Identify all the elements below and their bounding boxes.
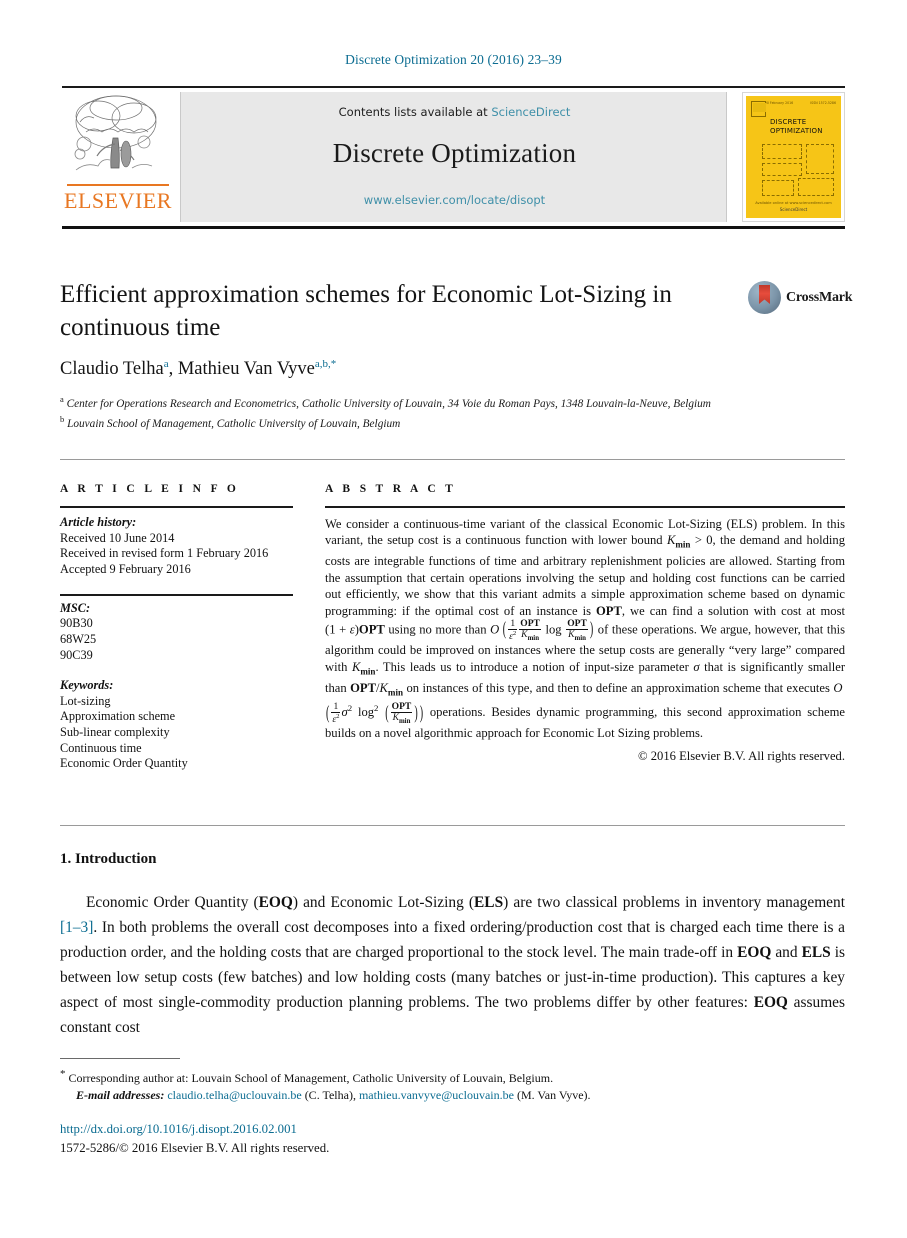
citation-1-3[interactable]: [1–3] bbox=[60, 919, 93, 936]
cover-elsevier-mark-icon bbox=[751, 101, 766, 117]
keywords-label: Keywords: bbox=[60, 678, 114, 693]
introduction-text: Economic Order Quantity (EOQ) and Econom… bbox=[60, 894, 845, 1036]
cover-issn-line: ISSN 1572-5286 bbox=[810, 101, 836, 105]
sciencedirect-link[interactable]: ScienceDirect bbox=[491, 105, 570, 119]
info-block-bottom-rule bbox=[60, 825, 845, 826]
crossmark-label: CrossMark bbox=[786, 290, 853, 305]
history-received: Received 10 June 2014 bbox=[60, 530, 175, 545]
corresponding-author-text: Corresponding author at: Louvain School … bbox=[68, 1071, 554, 1085]
article-info-rule bbox=[60, 506, 293, 508]
journal-masthead: ELSEVIER Contents lists available at Sci… bbox=[62, 86, 845, 229]
msc-code-1: 68W25 bbox=[60, 632, 97, 647]
email-note: E-mail addresses: claudio.telha@uclouvai… bbox=[76, 1087, 845, 1104]
masthead-bottom-rule bbox=[62, 226, 845, 229]
cover-title-line1: DISCRETE bbox=[770, 118, 807, 126]
page-title: Efficient approximation schemes for Econ… bbox=[60, 281, 672, 341]
elsevier-wordmark: ELSEVIER bbox=[64, 188, 172, 213]
corresponding-author-marker[interactable]: * bbox=[331, 358, 337, 370]
cover-foot-line: Available online at www.sciencedirect.co… bbox=[755, 201, 832, 205]
elsevier-logo: ELSEVIER bbox=[62, 92, 174, 222]
msc-rule bbox=[60, 594, 293, 596]
crossmark-bookmark-icon bbox=[759, 285, 770, 304]
msc-label: MSC: bbox=[60, 600, 91, 615]
footnotes: * Corresponding author at: Louvain Schoo… bbox=[60, 1066, 845, 1104]
keyword-1: Approximation scheme bbox=[60, 709, 176, 724]
cover-foot-brand: ScienceDirect bbox=[779, 207, 808, 212]
keyword-3: Continuous time bbox=[60, 740, 142, 755]
masthead-center-panel: Contents lists available at ScienceDirec… bbox=[180, 92, 727, 222]
issn-copyright-line: 1572-5286/© 2016 Elsevier B.V. All right… bbox=[60, 1141, 330, 1155]
msc-code-0: 90B30 bbox=[60, 616, 93, 631]
article-info-heading: A R T I C L E I N F O bbox=[60, 483, 240, 495]
author-list: Claudio Telhaa, Mathieu Van Vyvea,b,* bbox=[60, 358, 337, 380]
abstract-rule bbox=[325, 506, 845, 508]
asterisk-marker: * bbox=[60, 1068, 66, 1080]
journal-cover-thumbnail[interactable]: Volume 20 February 2016 ISSN 1572-5286 D… bbox=[742, 92, 845, 222]
author-affil-marker-a[interactable]: a bbox=[164, 358, 169, 370]
keywords-block: Keywords: Lot-sizing Approximation schem… bbox=[60, 678, 310, 772]
abstract-text: We consider a continuous-time variant of… bbox=[325, 517, 846, 741]
email-link-vanvyve[interactable]: mathieu.vanvyve@uclouvain.be bbox=[359, 1088, 514, 1102]
crossmark-circle-icon bbox=[748, 281, 781, 314]
affiliation-b-text: Louvain School of Management, Catholic U… bbox=[67, 418, 401, 431]
contents-prefix: Contents lists available at bbox=[338, 105, 492, 119]
masthead-top-rule bbox=[62, 86, 845, 88]
section-heading-introduction: 1. Introduction bbox=[60, 851, 157, 867]
affiliations: a Center for Operations Research and Eco… bbox=[60, 392, 750, 433]
abstract-copyright: © 2016 Elsevier B.V. All rights reserved… bbox=[638, 748, 845, 763]
msc-code-2: 90C39 bbox=[60, 647, 93, 662]
running-head: Discrete Optimization 20 (2016) 23–39 bbox=[345, 52, 562, 67]
journal-article-page: Discrete Optimization 20 (2016) 23–39 EL… bbox=[0, 0, 907, 1238]
elsevier-tree-icon bbox=[74, 95, 157, 171]
journal-title: Discrete Optimization bbox=[332, 138, 577, 168]
cover-footer: Available online at www.sciencedirect.co… bbox=[746, 201, 841, 212]
crossmark-badge[interactable]: CrossMark bbox=[748, 281, 853, 315]
journal-homepage-link[interactable]: www.elsevier.com/locate/disopt bbox=[181, 193, 728, 207]
history-accepted: Accepted 9 February 2016 bbox=[60, 561, 191, 576]
cover-geometric-graphic bbox=[762, 144, 834, 196]
corresponding-author-note: * Corresponding author at: Louvain Schoo… bbox=[60, 1066, 845, 1087]
info-block-top-rule bbox=[60, 459, 845, 460]
footnote-rule bbox=[60, 1058, 180, 1059]
msc-block: MSC: 90B30 68W25 90C39 bbox=[60, 601, 310, 663]
contents-available-line: Contents lists available at ScienceDirec… bbox=[181, 105, 728, 119]
affiliation-b: b Louvain School of Management, Catholic… bbox=[60, 414, 401, 431]
article-info-column: A R T I C L E I N F O Article history: R… bbox=[60, 483, 310, 772]
cover-title: DISCRETE OPTIMIZATION bbox=[770, 118, 823, 136]
history-revised: Received in revised form 1 February 2016 bbox=[60, 546, 269, 561]
keyword-2: Sub-linear complexity bbox=[60, 725, 170, 740]
article-history-label: Article history: bbox=[60, 515, 137, 529]
email-owner-telha: (C. Telha), bbox=[304, 1088, 356, 1102]
email-owner-vanvyve: (M. Van Vyve). bbox=[516, 1088, 591, 1102]
cover-artwork: Volume 20 February 2016 ISSN 1572-5286 D… bbox=[746, 96, 841, 218]
affiliation-a-text: Center for Operations Research and Econo… bbox=[66, 397, 711, 410]
keyword-4: Economic Order Quantity bbox=[60, 756, 188, 771]
cover-title-line2: OPTIMIZATION bbox=[770, 127, 823, 135]
doi-link[interactable]: http://dx.doi.org/10.1016/j.disopt.2016.… bbox=[60, 1122, 297, 1137]
author-affil-marker-ab[interactable]: a,b, bbox=[315, 358, 331, 370]
keyword-0: Lot-sizing bbox=[60, 693, 111, 708]
affiliation-a: a Center for Operations Research and Eco… bbox=[60, 394, 711, 410]
elsevier-underline bbox=[67, 184, 169, 186]
email-link-telha[interactable]: claudio.telha@uclouvain.be bbox=[167, 1088, 301, 1102]
article-history: Article history: Received 10 June 2014 R… bbox=[60, 515, 310, 577]
abstract-column: A B S T R A C T We consider a continuous… bbox=[325, 483, 845, 764]
email-label: E-mail addresses: bbox=[76, 1088, 165, 1102]
abstract-heading: A B S T R A C T bbox=[325, 483, 457, 495]
